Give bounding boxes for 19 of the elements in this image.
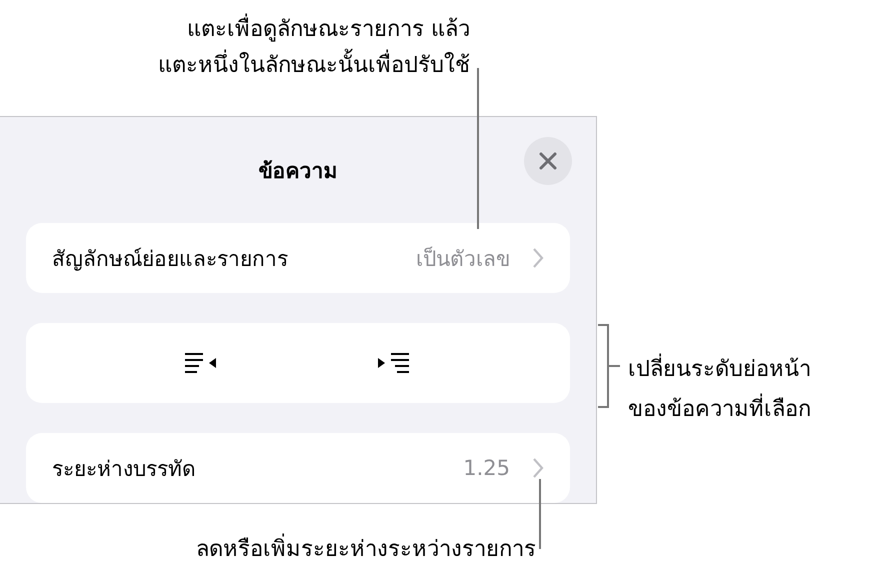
close-icon (539, 152, 557, 170)
panel-title: ข้อความ (258, 158, 338, 184)
callout-text: ของข้อความที่เลือก (628, 390, 811, 430)
row-label: ระยะห่างบรรทัด (52, 456, 197, 482)
callout-text: เปลี่ยนระดับย่อหน้า (628, 350, 811, 390)
row-label: สัญลักษณ์ย่อยและรายการ (52, 246, 289, 273)
callout-text: แตะหนึ่งในลักษณะนั้นเพื่อปรับใช้ (158, 48, 470, 84)
leader-line (539, 479, 541, 549)
row-value: เป็นตัวเลข (416, 246, 510, 272)
callout-text: แตะเพื่อดูลักษณะรายการ แล้ว (158, 12, 470, 48)
row-value: 1.25 (463, 456, 510, 480)
chevron-icon (532, 247, 544, 269)
close-button[interactable] (524, 137, 572, 185)
settings-row[interactable]: สัญลักษณ์ย่อยและรายการ เป็นตัวเลข (26, 223, 570, 293)
chevron-icon (532, 457, 544, 479)
outdent-icon (185, 351, 219, 375)
indent-icon (377, 351, 411, 375)
callout-text: ลดหรือเพิ่มระยะห่างระหว่างรายการ (196, 532, 536, 568)
settings-row[interactable]: ระยะห่างบรรทัด 1.25 (26, 433, 570, 503)
